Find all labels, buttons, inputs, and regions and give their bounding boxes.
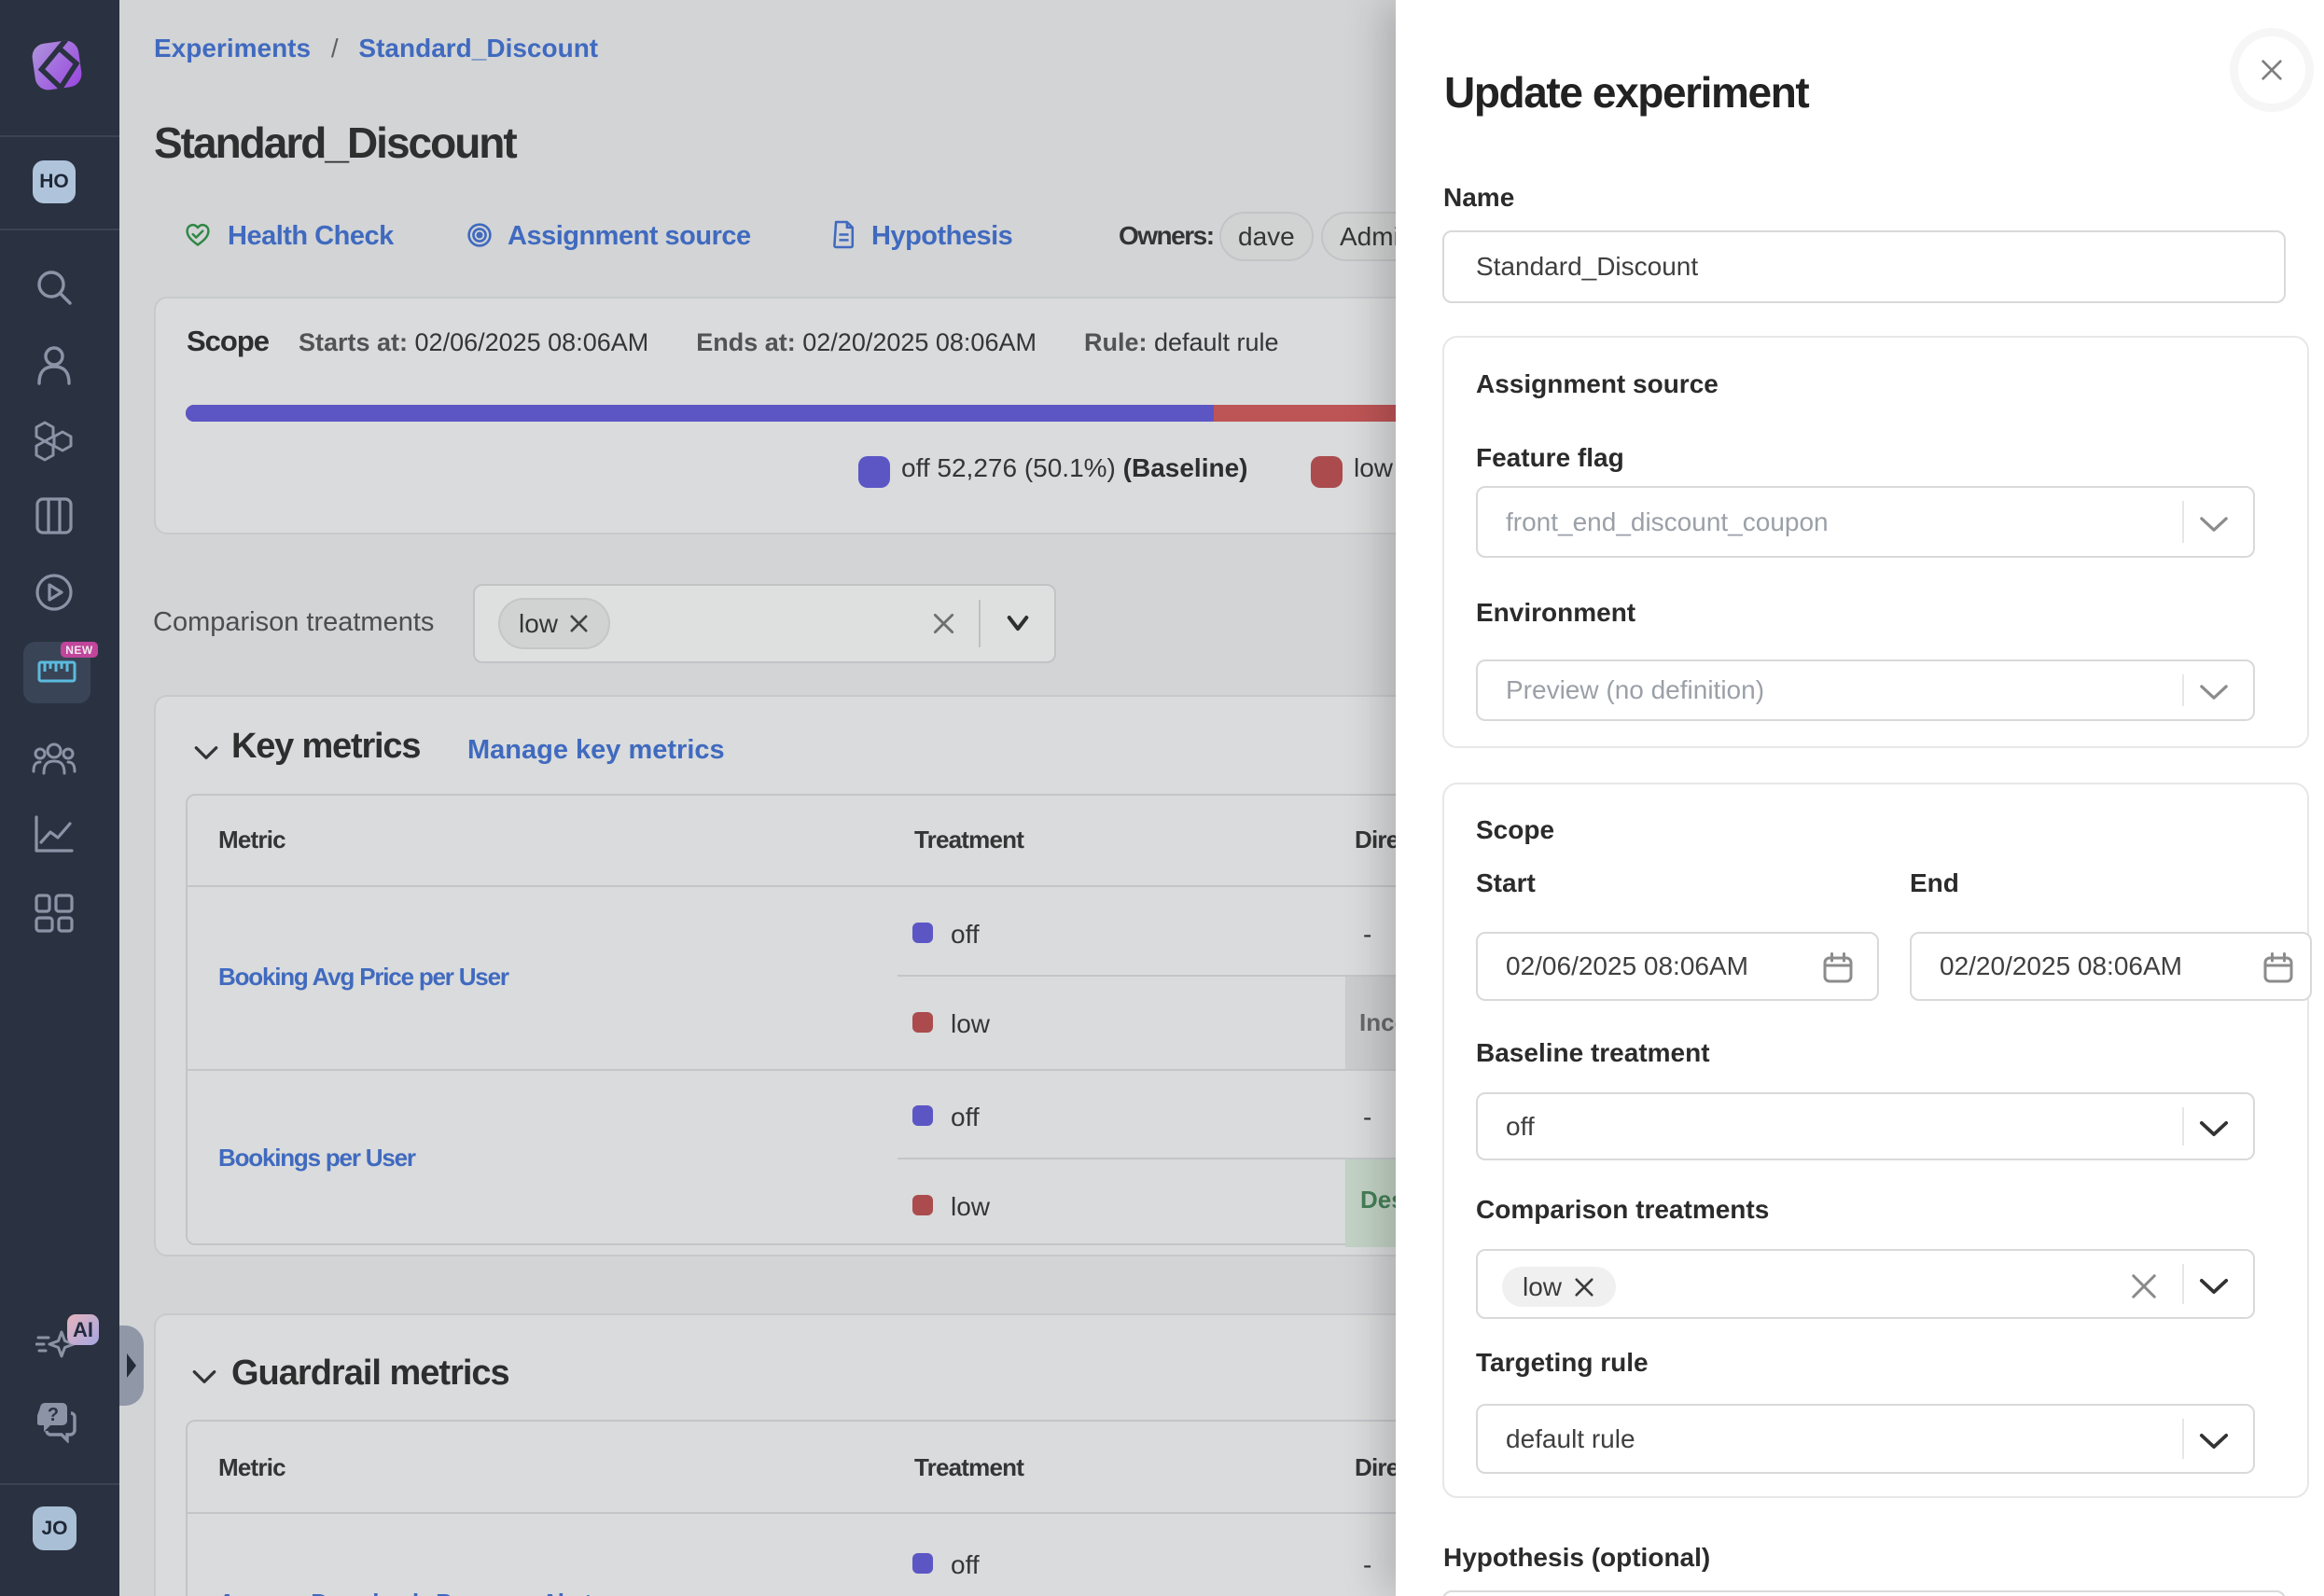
svg-text:?: ? [48, 1405, 59, 1425]
